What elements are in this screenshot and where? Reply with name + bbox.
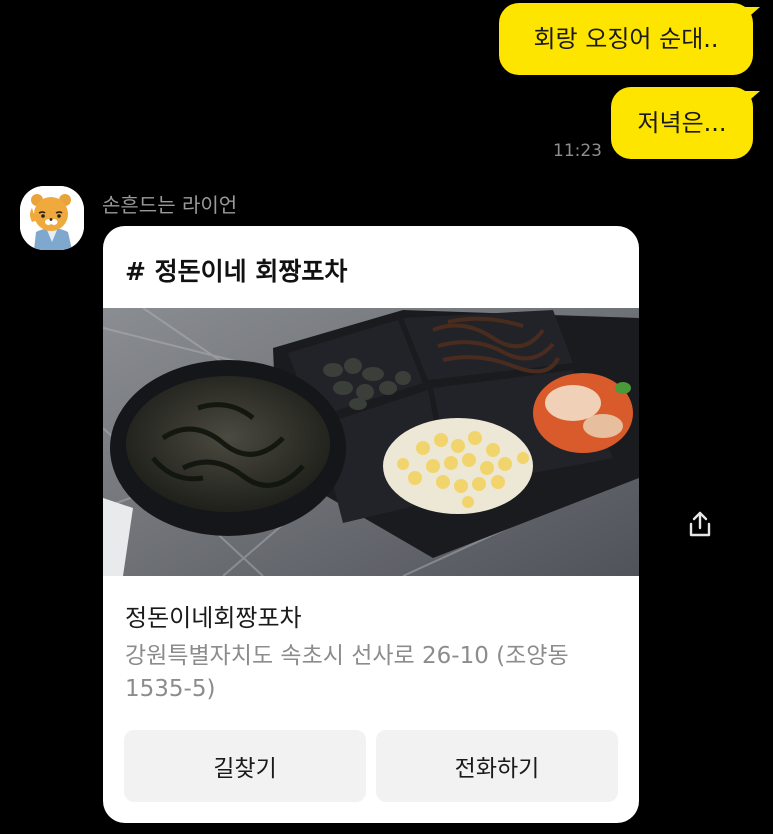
place-address: 강원특별자치도 속초시 선사로 26-10 (조양동 1535-5) (125, 643, 569, 702)
message-text: 회랑 오징어 순대.. (533, 25, 719, 53)
sender-name: 손흔드는 라이언 (102, 193, 238, 217)
message-timestamp: 11:23 (553, 141, 602, 161)
food-photo[interactable] (103, 308, 639, 576)
card-title: # 정돈이네 회짱포차 (125, 257, 348, 286)
share-icon[interactable] (686, 510, 714, 538)
directions-button[interactable]: 길찾기 (124, 730, 366, 802)
place-name: 정돈이네회짱포차 (125, 604, 302, 632)
my-message-bubble[interactable]: 회랑 오징어 순대.. (499, 3, 760, 75)
message-text: 저녁은... (637, 109, 727, 137)
place-card[interactable]: # 정돈이네 회짱포차 정돈이네회짱포차 강원특별자치도 속초시 선사로 26-… (103, 226, 639, 823)
ryan-character-icon (20, 186, 84, 250)
sender-avatar[interactable] (20, 186, 84, 250)
call-button[interactable]: 전화하기 (376, 730, 618, 802)
my-message-bubble[interactable]: 저녁은... (611, 87, 760, 159)
